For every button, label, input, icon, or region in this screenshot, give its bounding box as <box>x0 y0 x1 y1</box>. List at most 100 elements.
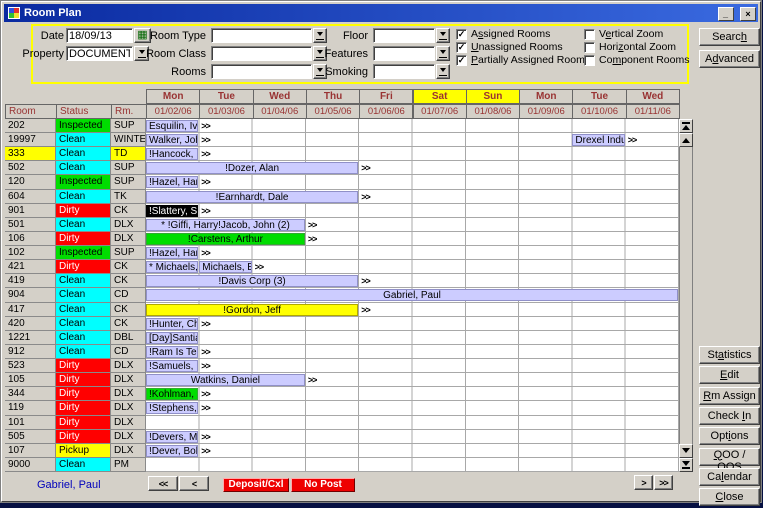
reservation-michaels-ed[interactable]: Michaels, Ed <box>199 261 251 273</box>
room-number-cell[interactable]: 9000 <box>5 458 56 472</box>
no-post-button[interactable]: No Post <box>291 478 355 492</box>
search-button[interactable]: Search <box>699 28 760 46</box>
day-cells-area[interactable]: !Hazel, Harri>> <box>146 175 679 189</box>
scroll-top-button[interactable] <box>679 119 693 133</box>
scroll-down-button[interactable] <box>679 444 693 458</box>
room-number-cell[interactable]: 333 <box>5 147 56 161</box>
checkbox-assigned-rooms[interactable]: ✓Assigned Rooms <box>456 28 550 40</box>
room-number-cell[interactable]: 120 <box>5 175 56 189</box>
reservation-hazel-harri[interactable]: !Hazel, Harri <box>146 247 198 259</box>
day-cells-area[interactable]: !Samuels, P>> <box>146 359 679 373</box>
day-cells-area[interactable]: !Devers, Mar>> <box>146 430 679 444</box>
edit-button[interactable]: Edit <box>699 366 760 384</box>
day-cells-area[interactable]: !Ram Is Tes>> <box>146 345 679 359</box>
room-number-cell[interactable]: 102 <box>5 246 56 260</box>
room-number-cell[interactable]: 1221 <box>5 331 56 345</box>
reservation-day-santiag[interactable]: [Day]Santiag <box>146 332 198 344</box>
reservation-esquilin-ivor[interactable]: Esquilin, Ivor <box>146 120 198 132</box>
reservation-walker-john[interactable]: Walker, John <box>146 134 198 146</box>
day-cells-area[interactable]: !Hazel, Harri>> <box>146 246 679 260</box>
close-window-button[interactable]: × <box>740 7 756 21</box>
room-number-cell[interactable]: 344 <box>5 387 56 401</box>
smoking-dropdown-button[interactable] <box>436 64 450 79</box>
day-cells-area[interactable]: !Carstens, Arthur>> <box>146 232 679 246</box>
day-cells-area[interactable]: Walker, John>>Drexel Indus>> <box>146 133 679 147</box>
room-number-cell[interactable]: 420 <box>5 317 56 331</box>
checked-checkbox-icon[interactable]: ✓ <box>456 55 467 66</box>
features-dropdown-button[interactable] <box>436 46 450 61</box>
checkbox-unassigned-rooms[interactable]: ✓Unassigned Rooms <box>456 41 563 53</box>
day-cells-area[interactable] <box>146 458 679 472</box>
checked-checkbox-icon[interactable]: ✓ <box>456 29 467 40</box>
options-button[interactable]: Options <box>699 427 760 445</box>
day-cells-area[interactable]: [Day]Santiag <box>146 331 679 345</box>
advanced-button[interactable]: Advanced <box>699 50 760 68</box>
page-forward-button[interactable]: > <box>634 475 653 490</box>
checkbox-horizontal-zoom[interactable]: Horizontal Zoom <box>584 41 676 53</box>
checkbox-vertical-zoom[interactable]: Vertical Zoom <box>584 28 663 40</box>
day-cells-area[interactable] <box>146 416 679 430</box>
room-number-cell[interactable]: 106 <box>5 232 56 246</box>
room-number-cell[interactable]: 19997 <box>5 133 56 147</box>
page-back-button[interactable]: < <box>179 476 209 491</box>
room-number-cell[interactable]: 501 <box>5 218 56 232</box>
reservation-slattery-sea[interactable]: !Slattery, Sea <box>146 205 198 217</box>
check-in-button[interactable]: Check In <box>699 407 760 425</box>
checkbox-partially-assigned-rooms[interactable]: ✓Partially Assigned Rooms <box>456 54 590 66</box>
property-input[interactable] <box>66 46 133 61</box>
day-cells-area[interactable]: !Slattery, Sea>> <box>146 204 679 218</box>
reservation-michaels-e[interactable]: * Michaels, E <box>146 261 198 273</box>
statistics-button[interactable]: Statistics <box>699 346 760 364</box>
room-number-cell[interactable]: 419 <box>5 274 56 288</box>
rm-assign-button[interactable]: Rm Assign <box>699 387 760 405</box>
reservation-gordon-jeff[interactable]: !Gordon, Jeff <box>146 304 358 316</box>
room-number-cell[interactable]: 505 <box>5 430 56 444</box>
calendar-button[interactable]: Calendar <box>699 468 760 486</box>
page-forward-all-button[interactable]: >> <box>654 475 673 490</box>
close-button[interactable]: Close <box>699 488 760 506</box>
room-number-cell[interactable]: 604 <box>5 190 56 204</box>
reservation-watkins-daniel[interactable]: Watkins, Daniel <box>146 374 305 386</box>
day-cells-area[interactable]: Gabriel, Paul <box>146 288 679 302</box>
checkbox-component-rooms[interactable]: Component Rooms <box>584 54 689 66</box>
room-number-cell[interactable]: 107 <box>5 444 56 458</box>
room-class-input[interactable] <box>211 46 312 61</box>
smoking-input[interactable] <box>373 64 435 79</box>
unchecked-checkbox-icon[interactable] <box>584 55 595 66</box>
day-cells-area[interactable]: !Gordon, Jeff>> <box>146 303 679 317</box>
day-cells-area[interactable]: !Earnhardt, Dale>> <box>146 190 679 204</box>
reservation-davis-corp-3[interactable]: !Davis Corp (3) <box>146 275 358 287</box>
reservation-ram-is-tes[interactable]: !Ram Is Tes <box>146 346 198 358</box>
rooms-input[interactable] <box>211 64 312 79</box>
reservation-stephens-r[interactable]: !Stephens, R <box>146 402 198 414</box>
room-number-cell[interactable]: 101 <box>5 416 56 430</box>
room-number-cell[interactable]: 502 <box>5 161 56 175</box>
reservation-hunter-cha[interactable]: !Hunter, Cha <box>146 318 198 330</box>
room-number-cell[interactable]: 901 <box>5 204 56 218</box>
date-input[interactable] <box>66 28 133 43</box>
reservation-drexel-indus[interactable]: Drexel Indus <box>572 134 624 146</box>
room-number-cell[interactable]: 119 <box>5 401 56 415</box>
day-cells-area[interactable]: !Stephens, R>> <box>146 401 679 415</box>
day-cells-area[interactable]: !Hancock, Ha>> <box>146 147 679 161</box>
floor-dropdown-button[interactable] <box>436 28 450 43</box>
day-cells-area[interactable]: !Davis Corp (3)>> <box>146 274 679 288</box>
reservation-kohlman-jo[interactable]: !Kohlman, Jo <box>146 388 198 400</box>
room-number-cell[interactable]: 421 <box>5 260 56 274</box>
room-number-cell[interactable]: 523 <box>5 359 56 373</box>
reservation-dever-bob[interactable]: !Dever, Bob <box>146 445 198 457</box>
reservation-gabriel-paul[interactable]: Gabriel, Paul <box>146 289 678 301</box>
features-input[interactable] <box>373 46 435 61</box>
scroll-bottom-button[interactable] <box>679 458 693 472</box>
day-cells-area[interactable]: * Michaels, EMichaels, Ed>> <box>146 260 679 274</box>
day-cells-area[interactable]: Esquilin, Ivor>> <box>146 119 679 133</box>
reservation-carstens-arthur[interactable]: !Carstens, Arthur <box>146 233 305 245</box>
minimize-button[interactable]: _ <box>718 7 734 21</box>
reservation-devers-mar[interactable]: !Devers, Mar <box>146 431 198 443</box>
floor-input[interactable] <box>373 28 435 43</box>
qoo-oos-button[interactable]: QOO / OOS <box>699 448 760 466</box>
scroll-up-button[interactable] <box>679 133 693 147</box>
checked-checkbox-icon[interactable]: ✓ <box>456 42 467 53</box>
reservation-giffi-harry-jacob-john-2[interactable]: * !Giffi, Harry!Jacob, John (2) <box>146 219 305 231</box>
room-number-cell[interactable]: 904 <box>5 288 56 302</box>
